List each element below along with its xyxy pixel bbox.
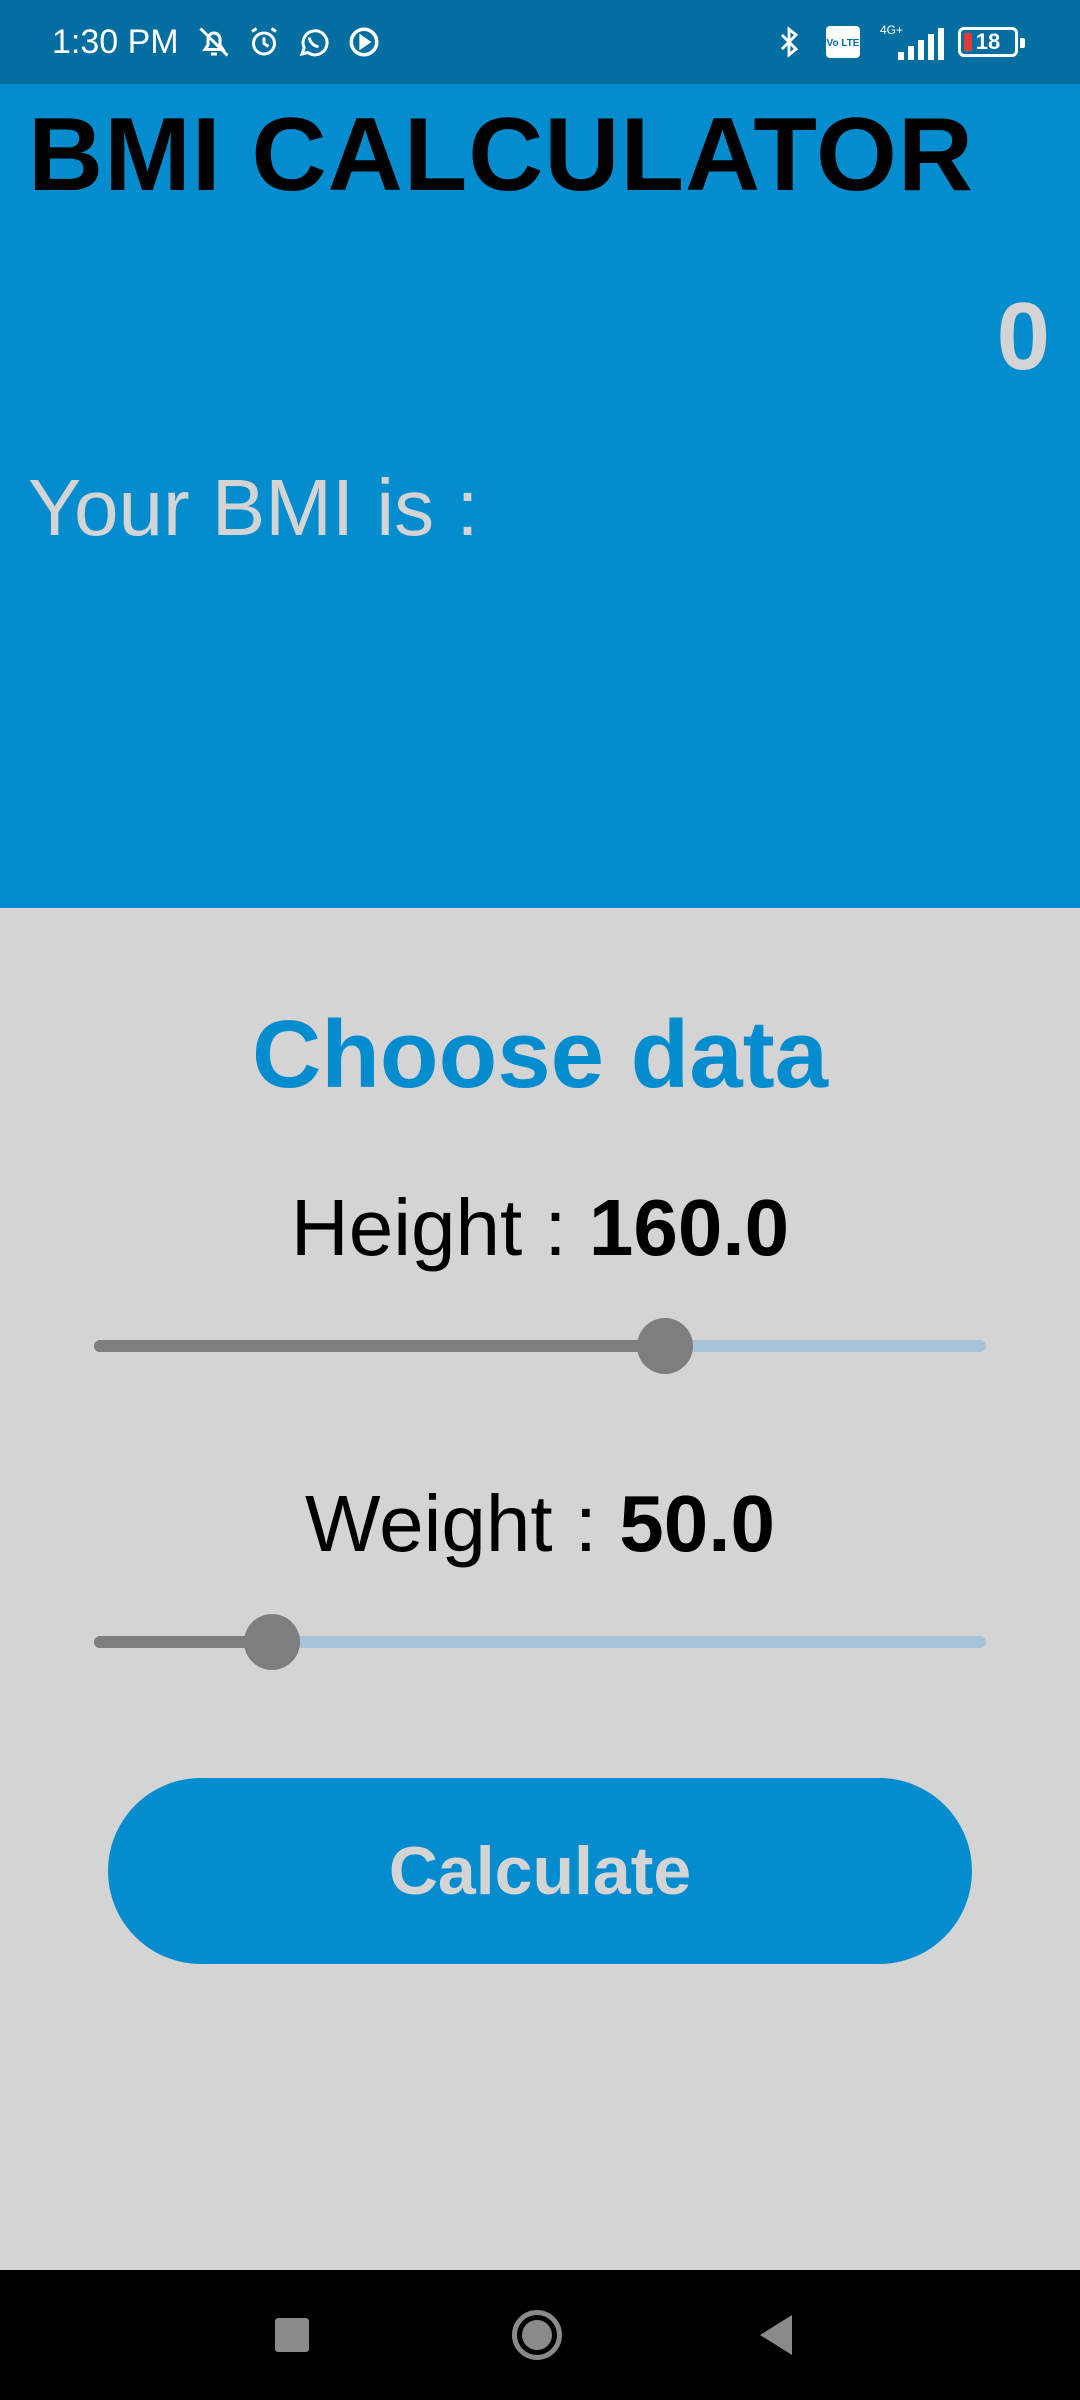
status-left: 1:30 PM xyxy=(52,0,393,84)
whatsapp-icon xyxy=(293,21,335,63)
weight-label-text: Weight : xyxy=(305,1479,620,1568)
battery-icon: 18 xyxy=(958,27,1025,57)
height-value: 160.0 xyxy=(588,1183,790,1272)
bluetooth-icon xyxy=(768,21,810,63)
app-title: BMI CALCULATOR xyxy=(28,97,975,213)
bmi-value: 0 xyxy=(996,283,1050,390)
height-slider-fill xyxy=(94,1340,665,1352)
status-time: 1:30 PM xyxy=(52,22,179,61)
back-icon[interactable] xyxy=(716,2270,836,2400)
calculate-button[interactable]: Calculate xyxy=(108,1778,972,1964)
height-slider[interactable] xyxy=(94,1316,986,1376)
battery-level: 18 xyxy=(975,29,1001,54)
weight-slider[interactable] xyxy=(94,1612,986,1672)
volte-icon: Vo LTE xyxy=(822,21,864,63)
alarm-icon xyxy=(243,21,285,63)
weight-value: 50.0 xyxy=(619,1479,775,1568)
svg-text:Vo LTE: Vo LTE xyxy=(827,38,860,49)
status-bar: 1:30 PM Vo LTE 4G+ 18 xyxy=(0,0,1080,84)
navigation-bar xyxy=(0,2270,1080,2400)
svg-text:4G+: 4G+ xyxy=(880,23,903,37)
result-panel: BMI CALCULATOR 0 Your BMI is : xyxy=(0,84,1080,908)
media-play-icon xyxy=(343,21,385,63)
weight-slider-thumb[interactable] xyxy=(244,1614,301,1670)
height-label-text: Height : xyxy=(290,1183,589,1272)
height-slider-thumb[interactable] xyxy=(636,1318,693,1374)
recent-apps-icon[interactable] xyxy=(232,2270,352,2400)
home-icon[interactable] xyxy=(477,2270,597,2400)
weight-label: Weight : 50.0 xyxy=(0,1478,1080,1570)
section-title: Choose data xyxy=(251,1001,829,1108)
bmi-result-label: Your BMI is : xyxy=(28,463,479,552)
4g-signal-icon: 4G+ xyxy=(876,21,946,63)
mute-bell-icon xyxy=(193,21,235,63)
height-label: Height : 160.0 xyxy=(0,1182,1080,1274)
status-right: Vo LTE 4G+ 18 xyxy=(768,0,1025,84)
battery-fill xyxy=(964,33,972,51)
